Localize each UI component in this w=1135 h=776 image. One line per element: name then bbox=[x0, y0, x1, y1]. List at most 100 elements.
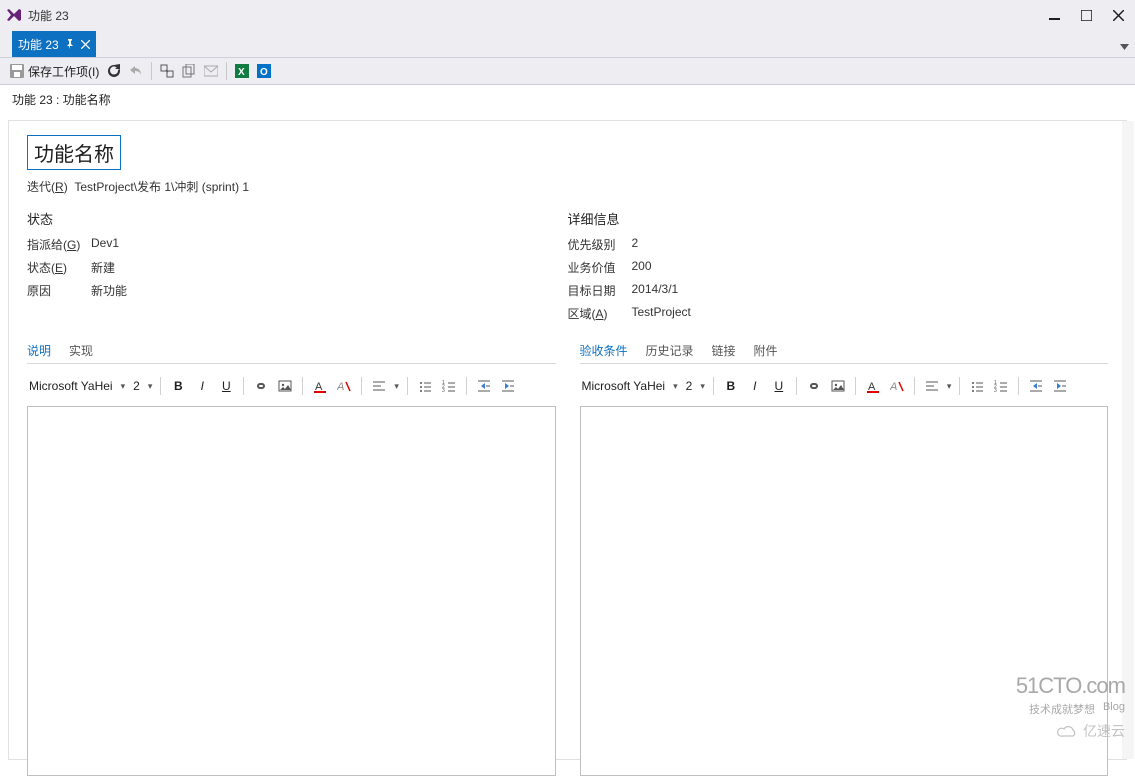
priority-row: 优先级别 2 bbox=[568, 236, 1109, 253]
maximize-button[interactable] bbox=[1079, 8, 1093, 22]
chevron-down-icon[interactable]: ▾ bbox=[673, 381, 678, 392]
font-family-select[interactable]: Microsoft YaHei bbox=[580, 379, 668, 393]
tab-overflow-dropdown[interactable] bbox=[1120, 39, 1129, 53]
document-tab-label: 功能 23 bbox=[18, 36, 59, 53]
business-value-row: 业务价值 200 bbox=[568, 259, 1109, 276]
work-item-surface: 功能名称 迭代(R) TestProject\发布 1\冲刺 (sprint) … bbox=[8, 120, 1127, 760]
acceptance-editor[interactable] bbox=[580, 406, 1109, 776]
outdent-button[interactable] bbox=[475, 377, 493, 395]
outlook-button[interactable]: O bbox=[257, 64, 271, 78]
iteration-path[interactable]: TestProject\发布 1\冲刺 (sprint) 1 bbox=[74, 180, 249, 194]
tab-implementation[interactable]: 实现 bbox=[69, 342, 93, 359]
title-bar: 功能 23 bbox=[0, 0, 1135, 30]
outdent-button[interactable] bbox=[1027, 377, 1045, 395]
work-item-title-input[interactable]: 功能名称 bbox=[27, 135, 121, 170]
assigned-to-row: 指派给(G) Dev1 bbox=[27, 236, 568, 253]
svg-text:A: A bbox=[337, 381, 344, 393]
priority-value[interactable]: 2 bbox=[632, 236, 639, 253]
vs-logo-icon bbox=[6, 7, 22, 23]
bullet-list-button[interactable] bbox=[968, 377, 986, 395]
rtf-toolbar-right: Microsoft YaHei ▾ 2 ▾ B I U A A ▾ 123 bbox=[580, 370, 1109, 402]
toolbar-separator bbox=[151, 62, 152, 80]
svg-text:3: 3 bbox=[442, 388, 445, 393]
font-size-select[interactable]: 2 bbox=[684, 379, 695, 393]
target-date-value[interactable]: 2014/3/1 bbox=[632, 282, 679, 299]
clear-format-button[interactable]: A bbox=[335, 377, 353, 395]
right-subtabs: 验收条件 历史记录 链接 附件 bbox=[580, 342, 1109, 364]
mail-button[interactable] bbox=[204, 64, 218, 78]
underline-button[interactable]: U bbox=[217, 377, 235, 395]
font-family-select[interactable]: Microsoft YaHei bbox=[27, 379, 115, 393]
indent-button[interactable] bbox=[1051, 377, 1069, 395]
iteration-row: 迭代(R) TestProject\发布 1\冲刺 (sprint) 1 bbox=[27, 178, 1108, 195]
reason-row: 原因 新功能 bbox=[27, 282, 568, 299]
image-button[interactable] bbox=[276, 377, 294, 395]
svg-text:A: A bbox=[890, 381, 897, 393]
work-item-title-text: 功能名称 bbox=[34, 144, 114, 166]
area-value[interactable]: TestProject bbox=[632, 305, 691, 322]
chevron-down-icon[interactable]: ▾ bbox=[121, 381, 126, 392]
hyperlink-button[interactable] bbox=[805, 377, 823, 395]
vertical-scrollbar[interactable] bbox=[1122, 121, 1134, 759]
description-panel: 说明 实现 Microsoft YaHei ▾ 2 ▾ B I U A A ▾ bbox=[27, 342, 556, 776]
font-color-button[interactable]: A bbox=[311, 377, 329, 395]
image-button[interactable] bbox=[829, 377, 847, 395]
close-button[interactable] bbox=[1111, 8, 1125, 22]
window-title: 功能 23 bbox=[28, 7, 69, 24]
underline-button[interactable]: U bbox=[770, 377, 788, 395]
area-row: 区域(A) TestProject bbox=[568, 305, 1109, 322]
tab-description[interactable]: 说明 bbox=[27, 342, 51, 359]
details-heading: 详细信息 bbox=[568, 209, 1109, 228]
number-list-button[interactable]: 123 bbox=[440, 377, 458, 395]
assigned-to-value[interactable]: Dev1 bbox=[91, 236, 119, 253]
clear-format-button[interactable]: A bbox=[888, 377, 906, 395]
breadcrumb-text: 功能 23 : 功能名称 bbox=[12, 93, 111, 107]
chevron-down-icon[interactable]: ▾ bbox=[947, 381, 952, 392]
document-tab-strip: 功能 23 bbox=[0, 30, 1135, 57]
target-date-row: 目标日期 2014/3/1 bbox=[568, 282, 1109, 299]
indent-button[interactable] bbox=[499, 377, 517, 395]
bold-button[interactable]: B bbox=[169, 377, 187, 395]
status-column: 状态 指派给(G) Dev1 状态(E) 新建 原因 新功能 bbox=[27, 209, 568, 328]
tab-history[interactable]: 历史记录 bbox=[646, 342, 694, 359]
left-subtabs: 说明 实现 bbox=[27, 342, 556, 364]
refresh-button[interactable] bbox=[107, 64, 121, 78]
save-button[interactable]: 保存工作项(I) bbox=[10, 63, 99, 80]
svg-text:O: O bbox=[260, 67, 268, 78]
copy-button[interactable] bbox=[182, 64, 196, 78]
breadcrumb: 功能 23 : 功能名称 bbox=[0, 85, 1135, 114]
chevron-down-icon[interactable]: ▾ bbox=[394, 381, 399, 392]
link-button[interactable] bbox=[160, 64, 174, 78]
window-controls bbox=[1047, 8, 1129, 22]
align-button[interactable] bbox=[923, 377, 941, 395]
state-row: 状态(E) 新建 bbox=[27, 259, 568, 276]
italic-button[interactable]: I bbox=[193, 377, 211, 395]
toolbar-separator bbox=[226, 62, 227, 80]
chevron-down-icon[interactable]: ▾ bbox=[148, 381, 153, 392]
undo-button[interactable] bbox=[129, 64, 143, 78]
font-size-select[interactable]: 2 bbox=[131, 379, 142, 393]
save-label: 保存工作项(I) bbox=[28, 63, 99, 80]
tab-acceptance[interactable]: 验收条件 bbox=[580, 342, 628, 359]
hyperlink-button[interactable] bbox=[252, 377, 270, 395]
bullet-list-button[interactable] bbox=[416, 377, 434, 395]
font-color-button[interactable]: A bbox=[864, 377, 882, 395]
business-value-value[interactable]: 200 bbox=[632, 259, 652, 276]
excel-button[interactable]: X bbox=[235, 64, 249, 78]
reason-value[interactable]: 新功能 bbox=[91, 282, 127, 299]
pin-icon[interactable] bbox=[65, 39, 75, 49]
document-tab[interactable]: 功能 23 bbox=[12, 31, 96, 57]
rtf-toolbar-left: Microsoft YaHei ▾ 2 ▾ B I U A A ▾ 123 bbox=[27, 370, 556, 402]
chevron-down-icon[interactable]: ▾ bbox=[700, 381, 705, 392]
state-value[interactable]: 新建 bbox=[91, 259, 115, 276]
bold-button[interactable]: B bbox=[722, 377, 740, 395]
tab-attachments[interactable]: 附件 bbox=[754, 342, 778, 359]
align-button[interactable] bbox=[370, 377, 388, 395]
italic-button[interactable]: I bbox=[746, 377, 764, 395]
tab-links[interactable]: 链接 bbox=[712, 342, 736, 359]
minimize-button[interactable] bbox=[1047, 8, 1061, 22]
number-list-button[interactable]: 123 bbox=[992, 377, 1010, 395]
details-column: 详细信息 优先级别 2 业务价值 200 目标日期 2014/3/1 区域(A)… bbox=[568, 209, 1109, 328]
tab-close-icon[interactable] bbox=[81, 40, 90, 49]
description-editor[interactable] bbox=[27, 406, 556, 776]
